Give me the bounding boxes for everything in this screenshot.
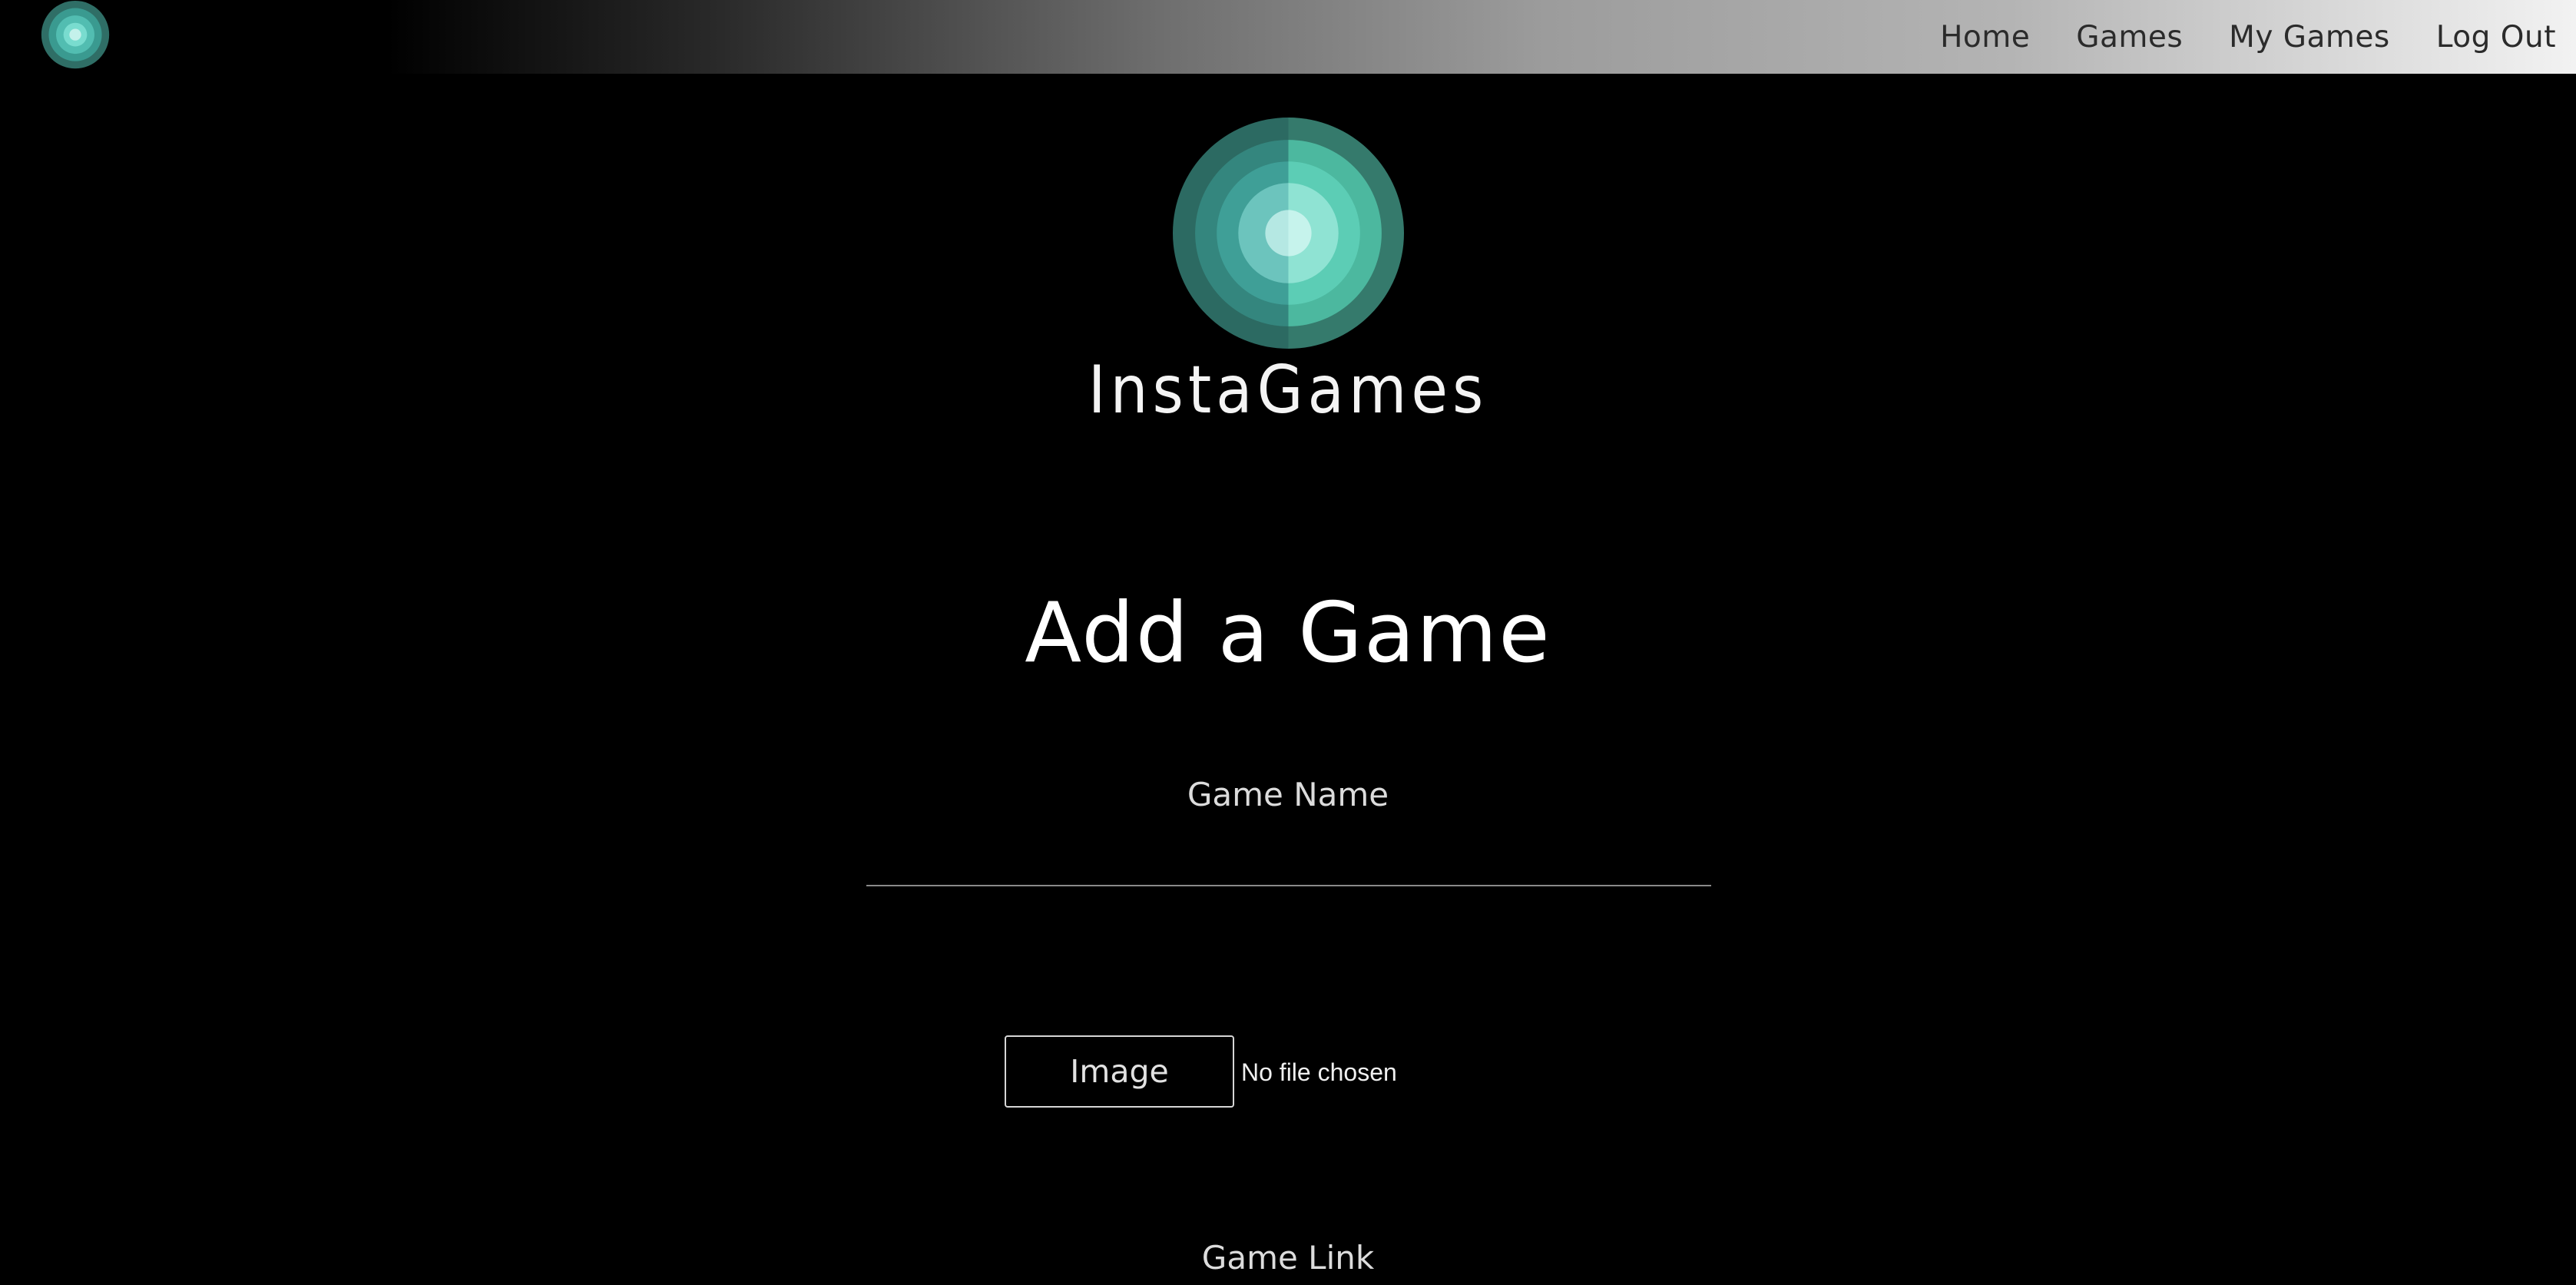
image-upload-button[interactable]: Image <box>1005 1035 1234 1108</box>
brand-logo-icon <box>1173 118 1404 349</box>
game-link-label: Game Link <box>1201 1239 1375 1277</box>
game-name-label: Game Name <box>1187 776 1389 813</box>
nav-log-out-link[interactable]: Log Out <box>2436 20 2556 55</box>
game-name-input[interactable] <box>866 831 1711 886</box>
nav-links: Home Games My Games Log Out <box>1894 0 2556 74</box>
nav-my-games-link[interactable]: My Games <box>2229 20 2390 55</box>
page-title: Add a Game <box>1025 585 1551 681</box>
brand-name: InstaGames <box>1088 352 1488 429</box>
nav-home-link[interactable]: Home <box>1940 20 2030 55</box>
nav-games-link[interactable]: Games <box>2076 20 2183 55</box>
top-navbar: Home Games My Games Log Out <box>0 0 2576 74</box>
file-status-text: No file chosen <box>1241 1058 1397 1086</box>
logo-icon[interactable] <box>38 0 112 74</box>
